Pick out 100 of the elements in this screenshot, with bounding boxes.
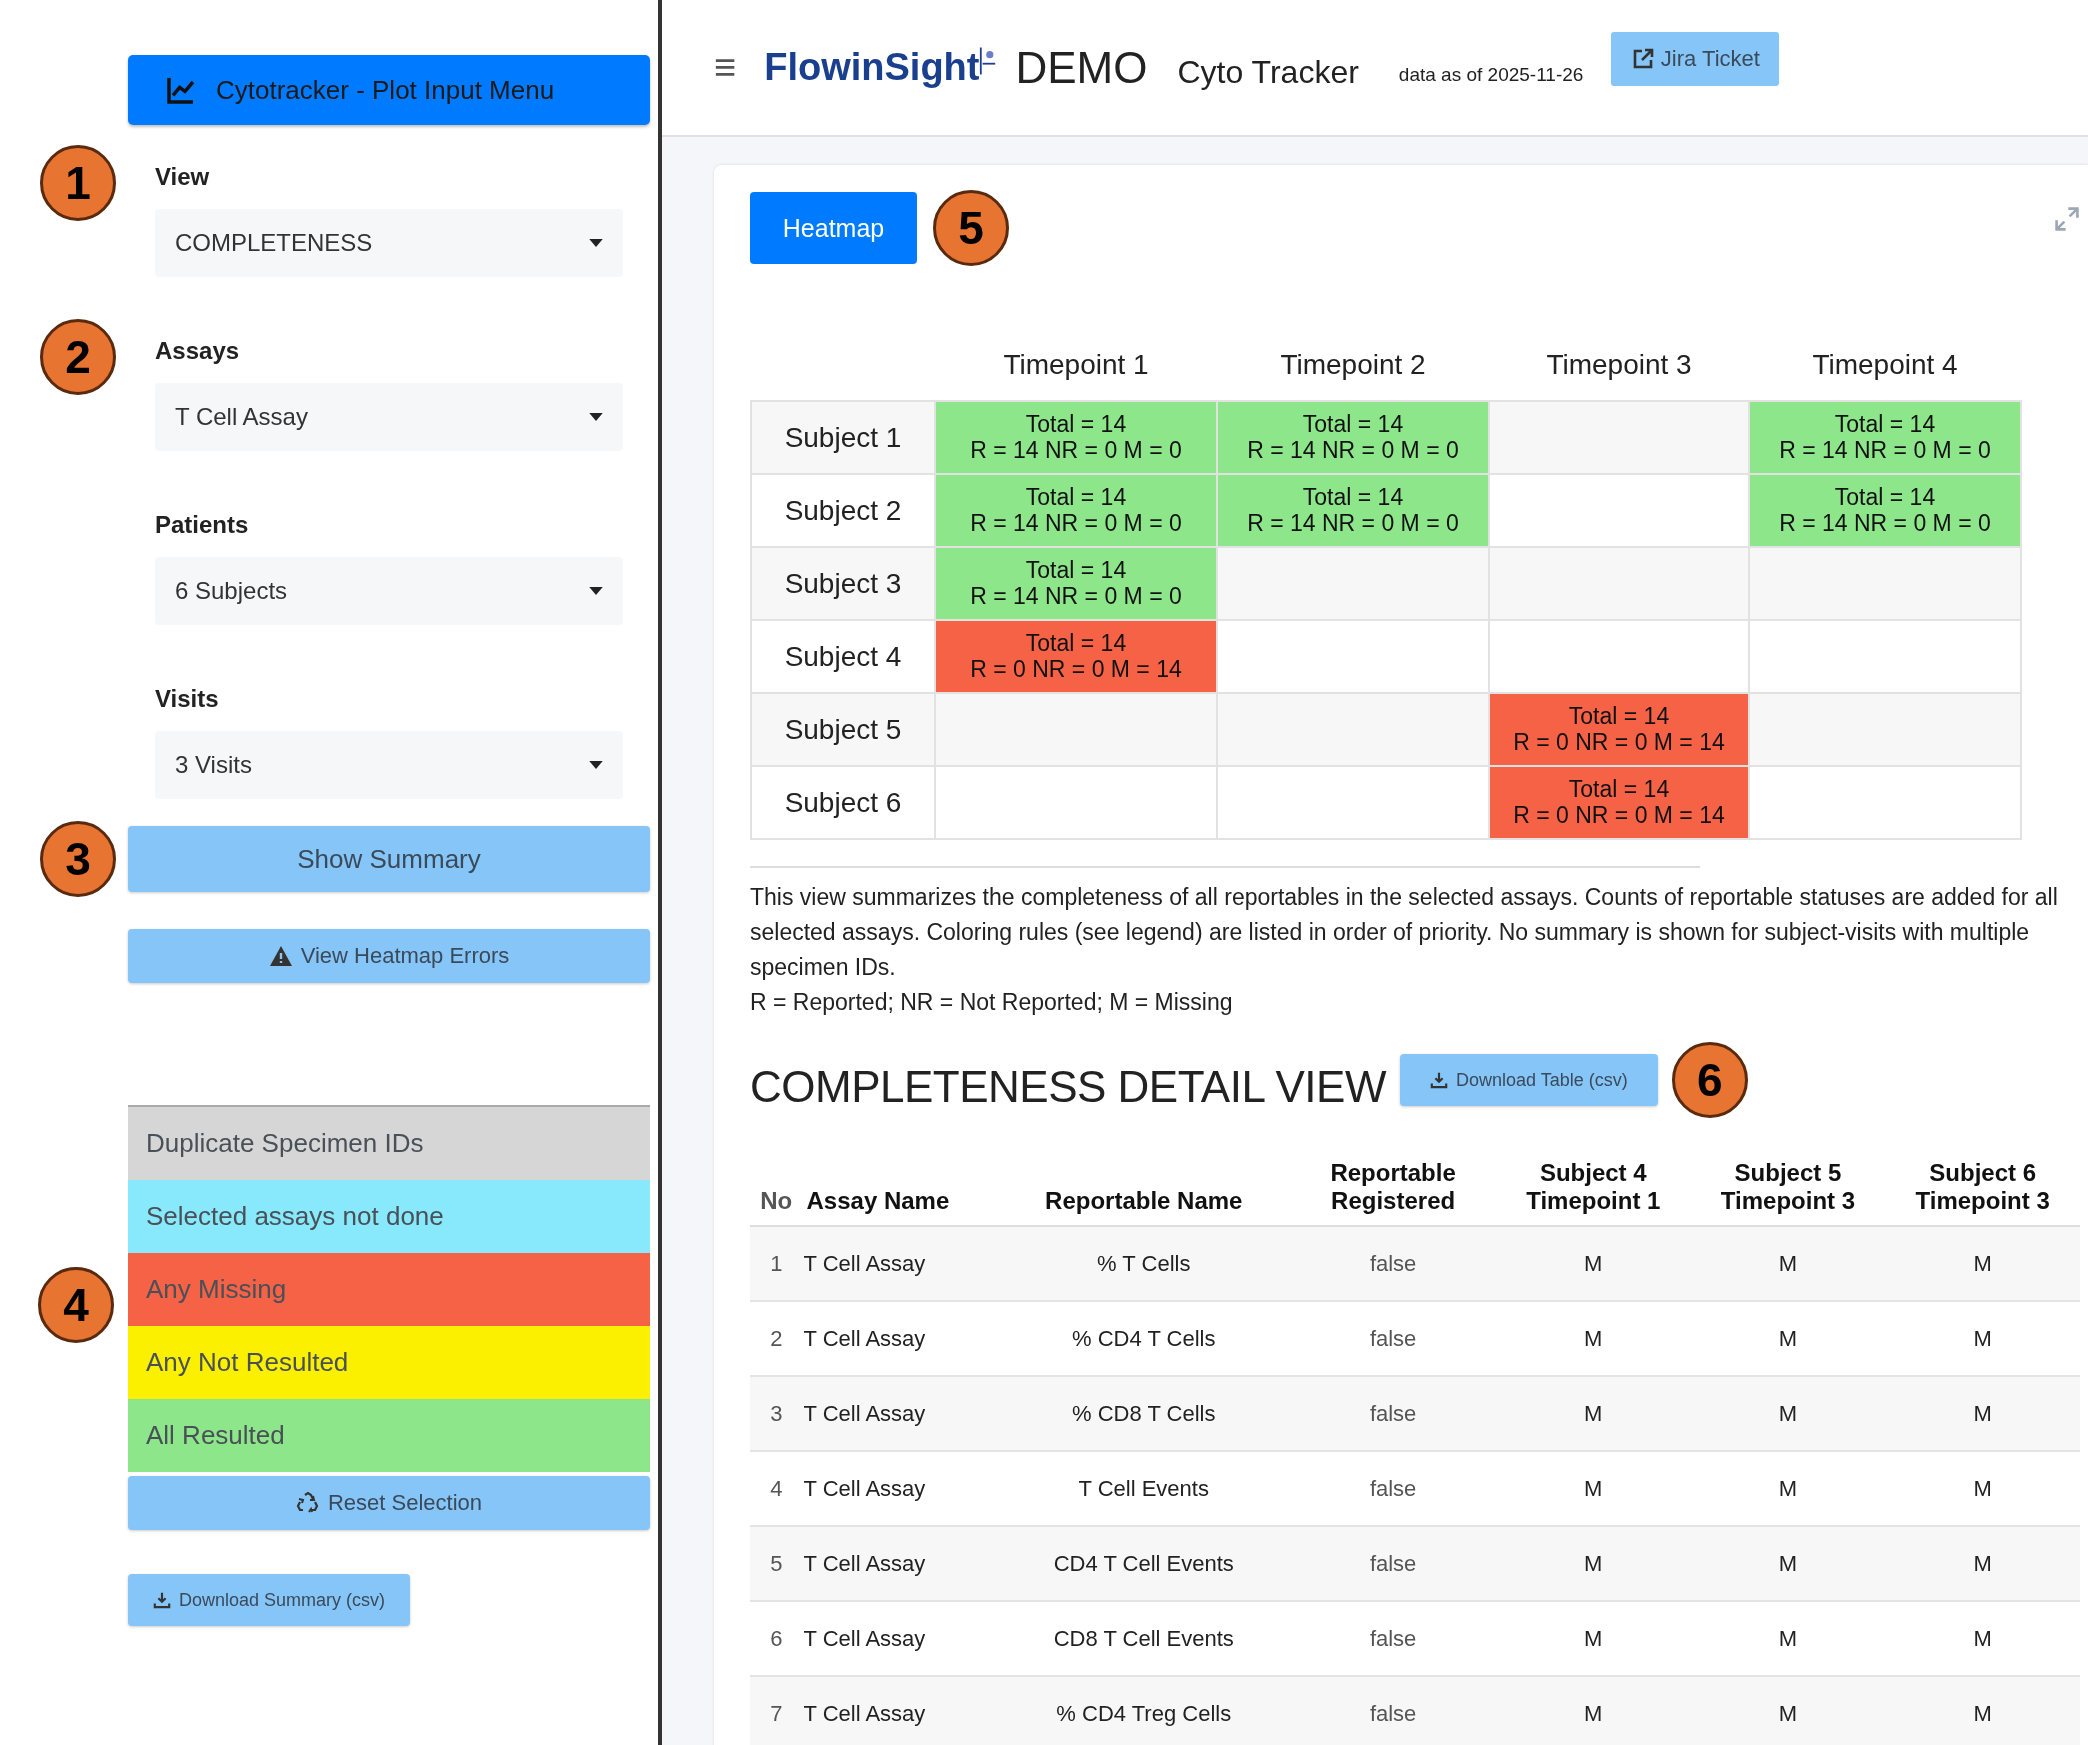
- table-cell: 4: [770, 1475, 783, 1501]
- table-cell: M: [1973, 1250, 1992, 1276]
- table-cell: false: [1369, 1700, 1417, 1726]
- table-cell: T Cell Assay: [803, 1550, 926, 1576]
- table-cell: 7: [770, 1700, 783, 1726]
- show-summary-button[interactable]: Show Summary: [128, 826, 650, 892]
- table-cell: % CD4 Treg Cells: [1056, 1700, 1232, 1726]
- row-header: Subject 1: [751, 401, 935, 474]
- table-cell: M: [1973, 1325, 1992, 1351]
- heatmap-cell[interactable]: Total = 14 R = 14 NR = 0 M = 0: [935, 401, 1217, 474]
- heatmap-cell[interactable]: Total = 14 R = 14 NR = 0 M = 0: [935, 474, 1217, 547]
- heatmap-cell[interactable]: Total = 14 R = 14 NR = 0 M = 0: [1217, 401, 1489, 474]
- table-cell: 1: [770, 1250, 783, 1276]
- menu-button[interactable]: ≡: [714, 46, 737, 89]
- table-cell: CD8 T Cell Events: [1053, 1625, 1234, 1651]
- heatmap-cell[interactable]: Total = 14 R = 0 NR = 0 M = 14: [1489, 766, 1749, 839]
- plot-input-menu-button[interactable]: Cytotracker - Plot Input Menu: [128, 55, 650, 125]
- table-cell: 3: [770, 1400, 783, 1426]
- table-cell: T Cell Assay: [803, 1475, 926, 1501]
- table-cell: false: [1369, 1475, 1417, 1501]
- column-header: Assay Name: [806, 1187, 950, 1214]
- callout-marker: 1: [40, 145, 116, 221]
- callout-marker: 5: [933, 190, 1009, 266]
- dropdown[interactable]: 3 Visits: [155, 731, 623, 799]
- table-cell: T Cell Assay: [803, 1325, 926, 1351]
- heatmap-tab[interactable]: Heatmap: [750, 192, 917, 264]
- field-label: View: [155, 163, 211, 191]
- table-cell: T Cell Assay: [803, 1250, 926, 1276]
- view-heatmap-errors-button[interactable]: View Heatmap Errors: [128, 929, 650, 983]
- description-text: This view summarizes the completeness of all reportables in the selected assays. Counts of reportable statuses are added for all selected assays. Coloring rules (see legend) are listed in order of priority. No summary is shown for subject-visits with multiple specimen IDs.: [750, 883, 2059, 982]
- table-cell: CD4 T Cell Events: [1053, 1550, 1234, 1576]
- legend-item[interactable]: Duplicate Specimen IDs: [128, 1107, 650, 1180]
- heatmap-cell[interactable]: Total = 14 R = 14 NR = 0 M = 0: [1217, 474, 1489, 547]
- callout-marker: 3: [40, 821, 116, 897]
- table-cell: M: [1973, 1550, 1992, 1576]
- column-header: Subject 4 Timepoint 1: [1526, 1159, 1661, 1214]
- table-cell: M: [1778, 1625, 1798, 1651]
- heatmap-cell[interactable]: Total = 14 R = 0 NR = 0 M = 14: [935, 620, 1217, 693]
- table-cell: false: [1369, 1400, 1417, 1426]
- jira-ticket-button[interactable]: Jira Ticket: [1611, 31, 1780, 86]
- table-cell: M: [1973, 1700, 1992, 1726]
- legend-item[interactable]: All Resulted: [128, 1399, 650, 1472]
- caret-icon: [589, 586, 603, 596]
- logo: FlowinSight: [764, 46, 998, 89]
- reset-selection-button[interactable]: Reset Selection: [128, 1476, 650, 1530]
- legend-item[interactable]: Selected assays not done: [128, 1180, 650, 1253]
- download-table-button[interactable]: Download Table (csv): [1399, 1054, 1658, 1106]
- table-cell: M: [1584, 1700, 1603, 1726]
- column-header: Timepoint 4: [1812, 349, 1958, 380]
- warning-icon: [268, 944, 293, 968]
- table-cell: M: [1778, 1700, 1798, 1726]
- row-header: Subject 6: [751, 766, 935, 839]
- heatmap-cell[interactable]: Total = 14 R = 14 NR = 0 M = 0: [1749, 474, 2021, 547]
- column-header: Subject 6 Timepoint 3: [1915, 1159, 2050, 1214]
- demo-label: DEMO: [1015, 42, 1148, 93]
- callout-marker: 4: [38, 1267, 114, 1343]
- table-cell: false: [1369, 1550, 1417, 1576]
- dropdown[interactable]: COMPLETENESS: [155, 209, 623, 277]
- table-cell: 2: [770, 1325, 783, 1351]
- table-cell: % CD8 T Cells: [1072, 1400, 1216, 1426]
- table-cell: T Cell Assay: [803, 1700, 926, 1726]
- table-cell: M: [1778, 1550, 1798, 1576]
- section-title: COMPLETENESS DETAIL VIEW: [750, 1061, 1386, 1112]
- table-cell: 5: [770, 1550, 783, 1576]
- table-cell: % CD4 T Cells: [1072, 1325, 1216, 1351]
- table-cell: M: [1584, 1325, 1603, 1351]
- legend-item[interactable]: Any Not Resulted: [128, 1326, 650, 1399]
- heatmap-cell[interactable]: Total = 14 R = 14 NR = 0 M = 0: [935, 547, 1217, 620]
- table-cell: M: [1973, 1400, 1992, 1426]
- table-cell: M: [1973, 1625, 1992, 1651]
- row-header: Subject 5: [751, 693, 935, 766]
- column-header: No: [760, 1187, 793, 1214]
- column-header: Timepoint 1: [1003, 349, 1149, 380]
- download-icon: [1430, 1071, 1449, 1089]
- download-icon: [152, 1591, 171, 1609]
- table-cell: M: [1778, 1325, 1798, 1351]
- callout-marker: 6: [1671, 1042, 1748, 1118]
- heatmap-cell[interactable]: Total = 14 R = 0 NR = 0 M = 14: [1489, 693, 1749, 766]
- field-label: Patients: [155, 511, 250, 539]
- table-cell: M: [1973, 1475, 1992, 1501]
- expand-icon[interactable]: [2054, 206, 2080, 232]
- column-header: Timepoint 3: [1546, 349, 1692, 380]
- caret-icon: [589, 760, 603, 770]
- heatmap-cell[interactable]: Total = 14 R = 14 NR = 0 M = 0: [1749, 401, 2021, 474]
- table-cell: 6: [770, 1625, 783, 1651]
- caret-icon: [589, 238, 603, 248]
- field-label: Visits: [155, 685, 220, 713]
- download-summary-button[interactable]: Download Summary (csv): [128, 1574, 410, 1626]
- table-cell: M: [1778, 1250, 1798, 1276]
- table-cell: T Cell Assay: [803, 1400, 926, 1426]
- dropdown[interactable]: T Cell Assay: [155, 383, 623, 451]
- table-cell: % T Cells: [1097, 1250, 1191, 1276]
- data-date: data as of 2025-11-26: [1398, 62, 1584, 86]
- dropdown[interactable]: 6 Subjects: [155, 557, 623, 625]
- table-cell: M: [1778, 1400, 1798, 1426]
- table-cell: false: [1369, 1250, 1417, 1276]
- table-cell: M: [1584, 1250, 1603, 1276]
- recycle-icon: [295, 1491, 320, 1515]
- table-cell: false: [1369, 1625, 1417, 1651]
- column-header: Reportable Registered: [1330, 1159, 1456, 1214]
